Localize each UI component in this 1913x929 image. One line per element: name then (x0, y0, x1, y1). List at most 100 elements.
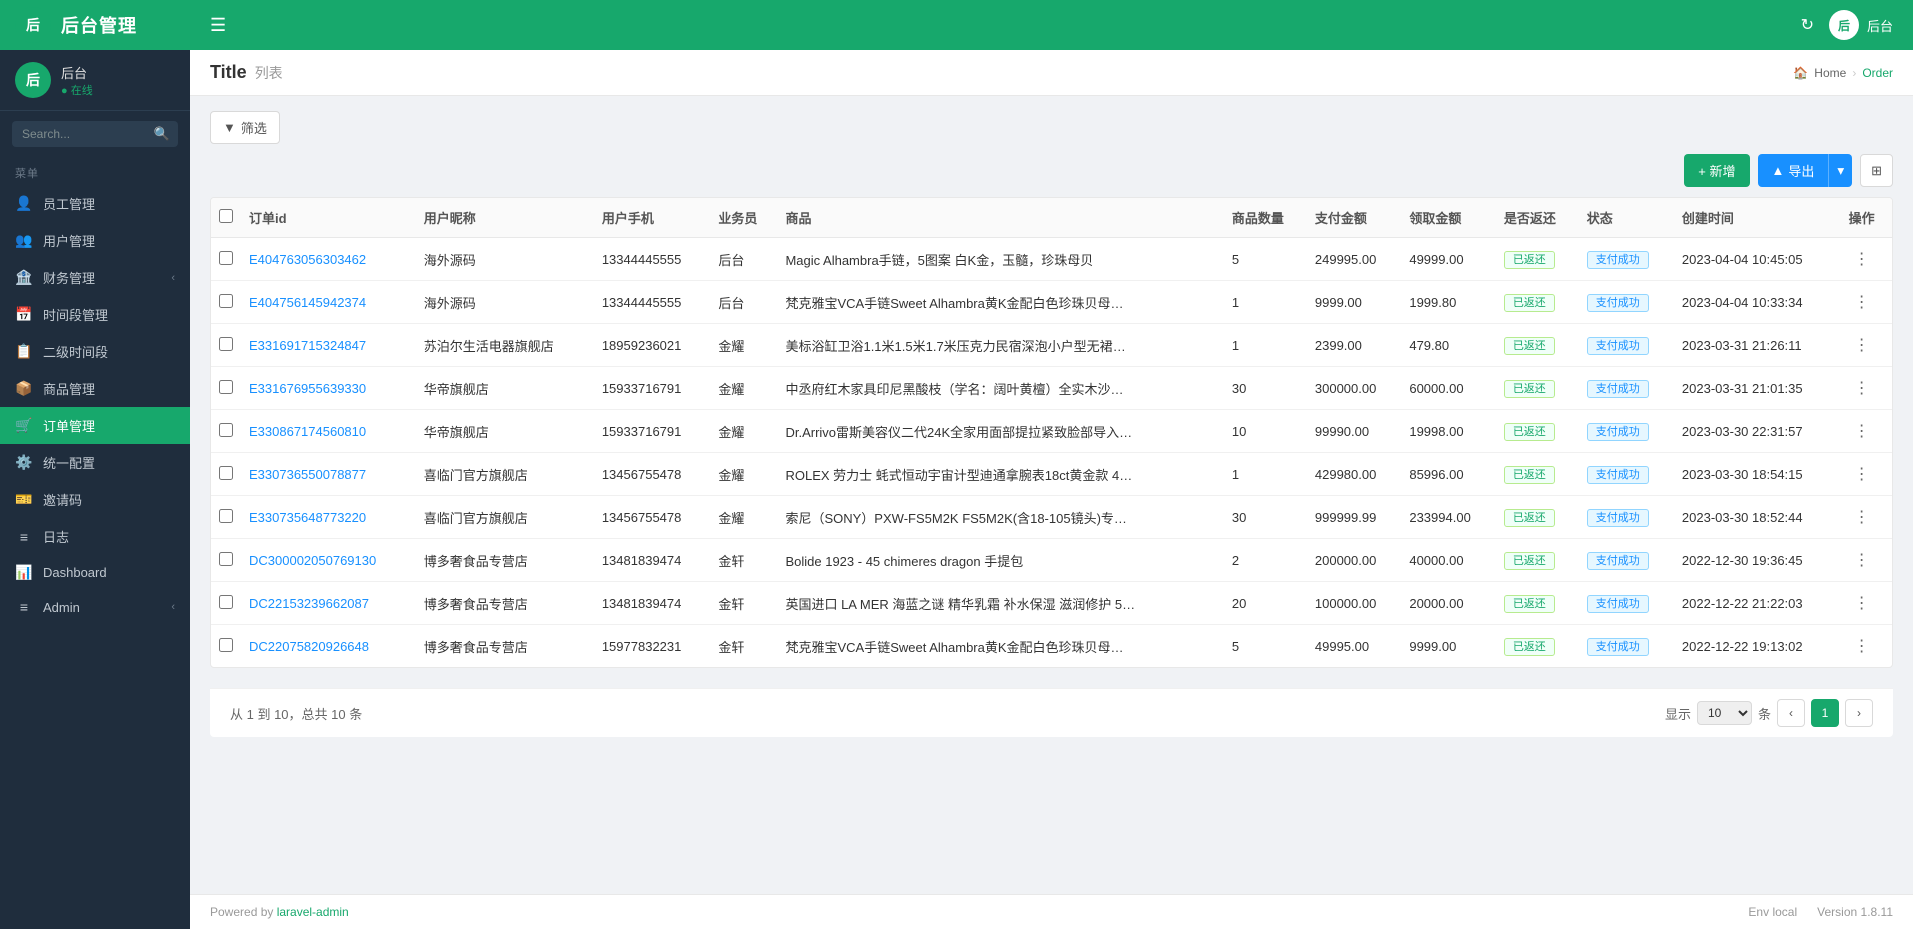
sidebar-item-logs[interactable]: ≡ 日志 (0, 518, 190, 555)
row-action-button[interactable]: ⋮ (1849, 548, 1875, 572)
sidebar-item-orders[interactable]: 🛒 订单管理 (0, 407, 190, 444)
sidebar-item-invite[interactable]: 🎫 邀请码 (0, 481, 190, 518)
col-phone: 用户手机 (594, 198, 711, 238)
sidebar-item-timeslot[interactable]: 📅 时间段管理 (0, 296, 190, 333)
cell-created: 2023-04-04 10:33:34 (1674, 281, 1841, 324)
topbar-username: 后台 (1867, 16, 1893, 35)
cell-returned: 已返还 (1496, 410, 1579, 453)
pagination-info: 从 1 到 10，总共 10 条 (230, 704, 362, 723)
cell-salesperson: 金轩 (710, 539, 777, 582)
search-icon[interactable]: 🔍 (154, 126, 170, 142)
breadcrumb-home[interactable]: Home (1814, 66, 1846, 80)
cell-product: Dr.Arrivo雷斯美容仪二代24K全家用面部提拉紧致脸部导入仪器 (777, 410, 1223, 453)
cell-phone: 13344445555 (594, 281, 711, 324)
breadcrumb-current: Order (1862, 66, 1893, 80)
export-button[interactable]: ▲ 导出 (1758, 154, 1829, 187)
cell-action: ⋮ (1841, 410, 1892, 453)
row-action-button[interactable]: ⋮ (1849, 376, 1875, 400)
cell-status: 支付成功 (1579, 582, 1674, 625)
sidebar-item-finance[interactable]: 🏦 财务管理 ‹ (0, 259, 190, 296)
select-all-checkbox[interactable] (219, 209, 233, 223)
cell-created: 2023-04-04 10:45:05 (1674, 238, 1841, 281)
prev-page-button[interactable]: ‹ (1777, 699, 1805, 727)
user-avatar: 后 (15, 62, 51, 98)
columns-button[interactable]: ⊞ (1860, 154, 1893, 187)
cell-salesperson: 金耀 (710, 496, 777, 539)
row-action-button[interactable]: ⋮ (1849, 419, 1875, 443)
user-name: 后台 (61, 63, 93, 82)
footer-link[interactable]: laravel-admin (277, 905, 349, 919)
sidebar-header: 后 后台管理 (0, 0, 190, 50)
table-row: E330736550078877 喜临门官方旗舰店 13456755478 金耀… (211, 453, 1892, 496)
sidebar-item-admin[interactable]: ≡ Admin ‹ (0, 590, 190, 624)
footer-version: Version 1.8.11 (1817, 905, 1893, 919)
sidebar-item-label: 统一配置 (43, 453, 175, 472)
row-action-button[interactable]: ⋮ (1849, 591, 1875, 615)
row-checkbox[interactable] (219, 251, 233, 265)
row-checkbox[interactable] (219, 466, 233, 480)
row-checkbox[interactable] (219, 509, 233, 523)
row-checkbox[interactable] (219, 552, 233, 566)
row-checkbox[interactable] (219, 337, 233, 351)
sidebar-item-dashboard[interactable]: 📊 Dashboard (0, 555, 190, 590)
table-row: E404756145942374 海外源码 13344445555 后台 梵克雅… (211, 281, 1892, 324)
pagination-right: 显示 10 20 50 100 条 ‹ 1 › (1665, 699, 1873, 727)
row-checkbox[interactable] (219, 595, 233, 609)
row-checkbox[interactable] (219, 423, 233, 437)
cell-salesperson: 后台 (710, 281, 777, 324)
cell-action: ⋮ (1841, 367, 1892, 410)
refresh-icon[interactable]: ↻ (1801, 15, 1814, 35)
cell-action: ⋮ (1841, 324, 1892, 367)
row-action-button[interactable]: ⋮ (1849, 333, 1875, 357)
col-order-id: 订单id (241, 198, 416, 238)
cell-action: ⋮ (1841, 582, 1892, 625)
cell-qty: 2 (1224, 539, 1307, 582)
cell-payment: 49995.00 (1307, 625, 1401, 668)
cell-nickname: 海外源码 (416, 238, 594, 281)
cell-nickname: 博多奢食品专营店 (416, 625, 594, 668)
next-page-button[interactable]: › (1845, 699, 1873, 727)
table-row: E330735648773220 喜临门官方旗舰店 13456755478 金耀… (211, 496, 1892, 539)
cell-nickname: 博多奢食品专营店 (416, 582, 594, 625)
row-checkbox[interactable] (219, 294, 233, 308)
col-status: 状态 (1579, 198, 1674, 238)
menu-toggle-icon[interactable]: ☰ (210, 15, 226, 36)
cell-product: Magic Alhambra手链，5图案 白K金，玉髓，珍珠母贝 (777, 238, 1223, 281)
page-1-button[interactable]: 1 (1811, 699, 1839, 727)
cell-salesperson: 金耀 (710, 453, 777, 496)
sidebar-item-config[interactable]: ⚙️ 统一配置 (0, 444, 190, 481)
sidebar-item-label: 用户管理 (43, 231, 175, 250)
sidebar-item-second-timeslot[interactable]: 📋 二级时间段 (0, 333, 190, 370)
users-icon: 👥 (15, 232, 33, 249)
filter-icon: ▼ (223, 120, 236, 135)
cell-created: 2023-03-31 21:26:11 (1674, 324, 1841, 367)
menu-section-label: 菜单 (0, 157, 190, 185)
filter-button[interactable]: ▼ 筛选 (210, 111, 280, 144)
row-action-button[interactable]: ⋮ (1849, 247, 1875, 271)
row-action-button[interactable]: ⋮ (1849, 462, 1875, 486)
row-action-button[interactable]: ⋮ (1849, 634, 1875, 658)
new-button[interactable]: + 新增 (1684, 154, 1749, 187)
sidebar-item-label: Admin (43, 600, 161, 615)
cell-payment: 429980.00 (1307, 453, 1401, 496)
topbar-user[interactable]: 后 后台 (1829, 10, 1893, 40)
row-checkbox[interactable] (219, 638, 233, 652)
sidebar-item-staff[interactable]: 👤 员工管理 (0, 185, 190, 222)
page-size-select[interactable]: 10 20 50 100 (1697, 701, 1752, 725)
chevron-right-icon: ‹ (171, 601, 175, 613)
second-timeslot-icon: 📋 (15, 343, 33, 360)
cell-nickname: 博多奢食品专营店 (416, 539, 594, 582)
goods-icon: 📦 (15, 380, 33, 397)
row-action-button[interactable]: ⋮ (1849, 290, 1875, 314)
sidebar-item-goods[interactable]: 📦 商品管理 (0, 370, 190, 407)
cell-order-id: E330736550078877 (241, 453, 416, 496)
export-dropdown-button[interactable]: ▾ (1828, 154, 1852, 187)
sidebar-item-users[interactable]: 👥 用户管理 (0, 222, 190, 259)
table-row: DC300002050769130 博多奢食品专营店 13481839474 金… (211, 539, 1892, 582)
cell-received: 233994.00 (1401, 496, 1495, 539)
cell-phone: 18959236021 (594, 324, 711, 367)
col-payment: 支付金额 (1307, 198, 1401, 238)
row-checkbox[interactable] (219, 380, 233, 394)
row-action-button[interactable]: ⋮ (1849, 505, 1875, 529)
cell-status: 支付成功 (1579, 625, 1674, 668)
